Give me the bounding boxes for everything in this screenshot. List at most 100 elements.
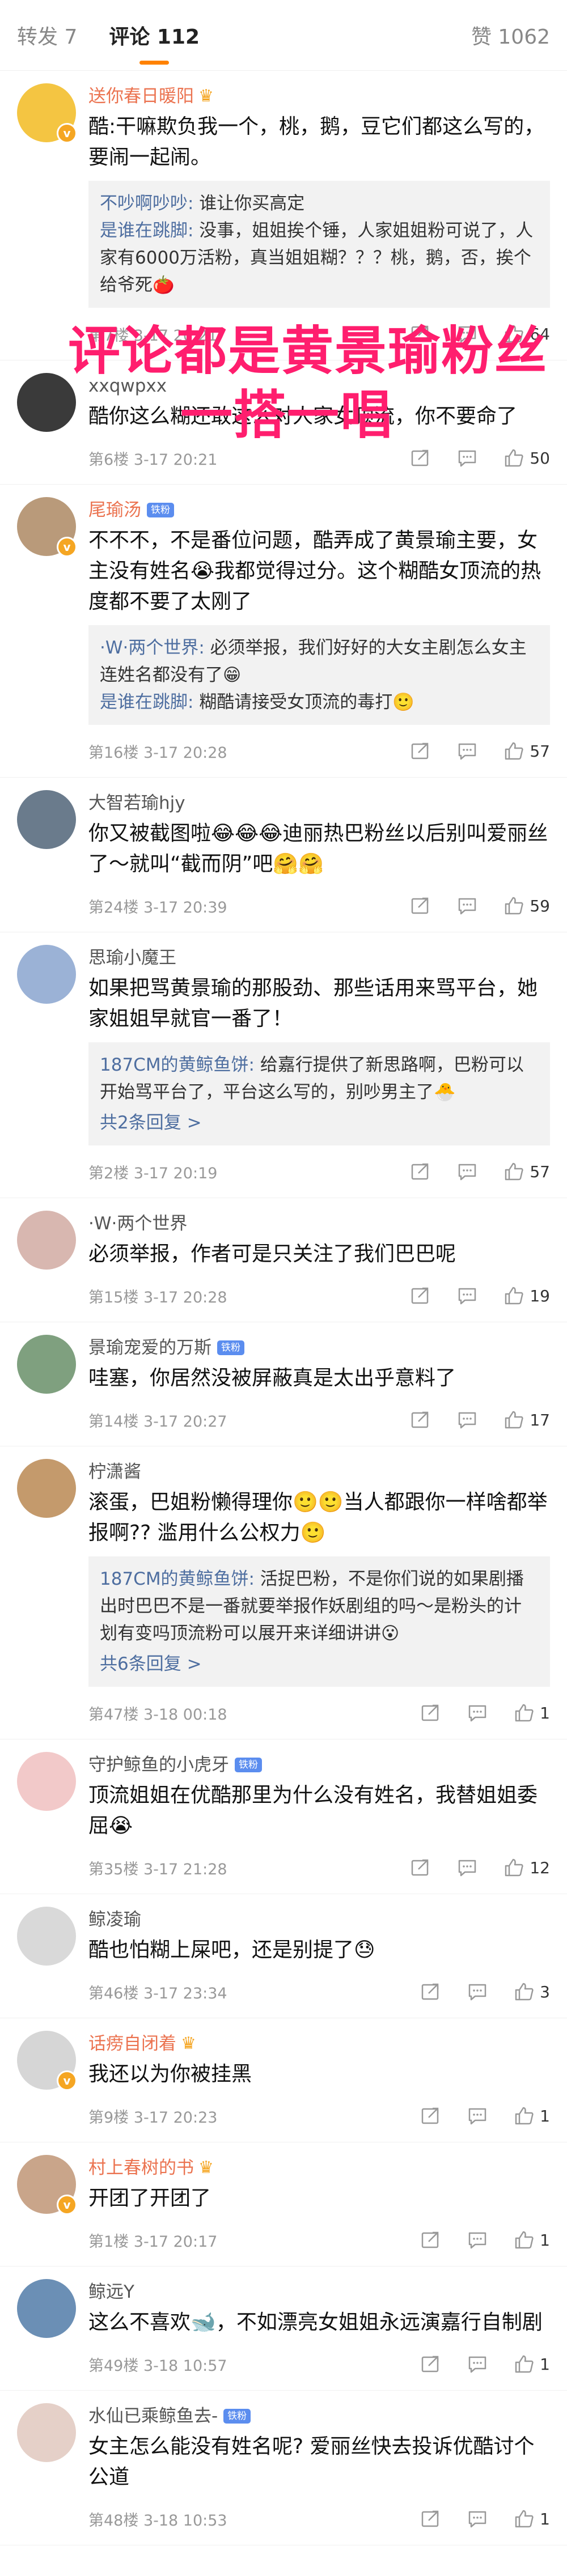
avatar[interactable]: v	[17, 83, 77, 143]
tab-comments[interactable]: 评论 112	[109, 20, 200, 50]
username[interactable]: 思瑜小魔王	[88, 945, 176, 971]
reply-button[interactable]	[457, 896, 477, 915]
level-badge: 铁粉	[147, 503, 174, 517]
comment-item[interactable]: v 尾瑜汤 铁粉 不不不，不是番位问题，酷弄成了黄景瑜主要，女主没有姓名😭我都觉得过分…	[0, 485, 567, 778]
reply-author[interactable]: 187CM的黄鲸鱼饼:	[100, 1569, 255, 1589]
avatar[interactable]	[17, 1752, 76, 1811]
avatar[interactable]	[17, 2279, 76, 2338]
like-icon	[514, 2354, 534, 2374]
reply-author[interactable]: ·W·两个世界:	[100, 638, 205, 658]
share-button[interactable]	[411, 1162, 431, 1181]
username-row: 鲸凌瑜	[88, 1907, 550, 1933]
username[interactable]: 尾瑜汤	[88, 497, 141, 523]
share-button[interactable]	[411, 741, 431, 761]
reply-author[interactable]: 是谁在跳脚:	[100, 220, 193, 241]
avatar[interactable]	[17, 945, 76, 1004]
like-button[interactable]: 59	[503, 896, 550, 915]
avatar[interactable]	[17, 1907, 76, 1966]
reply-button[interactable]	[467, 2509, 488, 2528]
reply-box[interactable]: 187CM的黄鲸鱼饼: 给嘉行提供了新思路啊，巴粉可以开始骂平台了，平台这么写的…	[88, 1042, 550, 1145]
reply-button[interactable]	[457, 448, 477, 468]
reply-button[interactable]	[457, 1858, 477, 1877]
like-button[interactable]: 50	[503, 448, 550, 468]
comment-item[interactable]: 柠潇酱 滚蛋，巴姐粉懒得理你🙂🙂当人都跟你一样啥都举报啊?? 滥用什么公权力🙂 18…	[0, 1446, 567, 1739]
comment-item[interactable]: 水仙已乘鲸鱼去- 铁粉 女主怎么能没有姓名呢? 爱丽丝快去投诉优酷讨个公道 第48楼 …	[0, 2391, 567, 2545]
username[interactable]: 水仙已乘鲸鱼去-	[88, 2403, 218, 2429]
reply-button[interactable]	[457, 1286, 477, 1305]
reply-button[interactable]	[457, 1162, 477, 1181]
username[interactable]: 守护鲸鱼的小虎牙	[88, 1752, 229, 1778]
reply-box[interactable]: 187CM的黄鲸鱼饼: 活捉巴粉，不是你们说的如果剧播出时巴巴不是一番就要举报作…	[88, 1556, 550, 1687]
comment-item[interactable]: 景瑜宠爱的万斯 铁粉 哇塞，你居然没被屏蔽真是太出乎意料了 第14楼 3-17 20:…	[0, 1322, 567, 1446]
like-button[interactable]: 1	[514, 1703, 550, 1722]
like-icon	[503, 448, 524, 468]
username[interactable]: 柠潇酱	[88, 1459, 141, 1485]
reply-author[interactable]: 不吵啊吵吵:	[100, 193, 193, 214]
like-button[interactable]: 19	[503, 1286, 550, 1305]
avatar[interactable]	[17, 373, 76, 432]
share-button[interactable]	[421, 2106, 441, 2125]
comment-item[interactable]: 大智若瑜hjy 你又被截图啦😂😂😂迪丽热巴粉丝以后别叫爱丽丝了～就叫“截而阴”吧🤗…	[0, 778, 567, 932]
avatar[interactable]: v	[17, 497, 77, 557]
comment-item[interactable]: 思瑜小魔王 如果把骂黄景瑜的那股劲、那些话用来骂平台，她家姐姐早就官一番了！ 187…	[0, 932, 567, 1198]
reply-button[interactable]	[467, 2106, 488, 2125]
like-button[interactable]: 17	[503, 1410, 550, 1429]
like-button[interactable]: 1	[514, 2230, 550, 2250]
username[interactable]: 鲸凌瑜	[88, 1907, 141, 1933]
reply-author[interactable]: 187CM的黄鲸鱼饼:	[100, 1055, 255, 1075]
avatar[interactable]	[17, 1335, 76, 1394]
comment-item[interactable]: 鲸远Y 这么不喜欢🐋，不如漂亮女姐姐永远演嘉行自制剧 第49楼 3-18 10:57…	[0, 2267, 567, 2391]
more-replies-link[interactable]: 共6条回复 >	[100, 1650, 539, 1678]
avatar[interactable]: v	[17, 2031, 77, 2091]
more-replies-link[interactable]: 共2条回复 >	[100, 1109, 539, 1136]
username[interactable]: 景瑜宠爱的万斯	[88, 1335, 211, 1361]
reply-button[interactable]	[467, 1703, 488, 1722]
like-button[interactable]: 57	[503, 1162, 550, 1181]
username[interactable]: 话痨自闭着	[88, 2031, 176, 2057]
username[interactable]: 大智若瑜hjy	[88, 790, 185, 816]
share-button[interactable]	[411, 1858, 431, 1877]
reply-box[interactable]: ·W·两个世界: 必须举报，我们好好的大女主剧怎么女主连姓名都没有了😁 是谁在跳脚…	[88, 625, 550, 725]
username[interactable]: 鲸远Y	[88, 2279, 134, 2305]
share-button[interactable]	[411, 448, 431, 468]
avatar[interactable]	[17, 1211, 76, 1270]
like-button[interactable]: 12	[503, 1858, 550, 1877]
tab-likes[interactable]: 赞 1062	[471, 20, 550, 50]
like-button[interactable]: 1	[514, 2354, 550, 2374]
comment-meta: 第24楼 3-17 20:39	[88, 898, 227, 916]
tab-repost[interactable]: 转发 7	[17, 20, 77, 50]
like-button[interactable]: 57	[503, 741, 550, 761]
share-button[interactable]	[411, 896, 431, 915]
like-button[interactable]: 3	[514, 1982, 550, 2001]
verified-icon: v	[57, 2195, 77, 2215]
reply-button[interactable]	[467, 1982, 488, 2001]
avatar[interactable]	[17, 1459, 76, 1518]
share-button[interactable]	[421, 2354, 441, 2374]
username[interactable]: 送你春日暖阳	[88, 83, 194, 109]
reply-button[interactable]	[467, 2230, 488, 2250]
comment-footer: 第48楼 3-18 10:53 1	[88, 2493, 550, 2545]
comment-item[interactable]: ·W·两个世界 必须举报，作者可是只关注了我们巴巴呢 第15楼 3-17 20:28…	[0, 1198, 567, 1322]
like-button[interactable]: 1	[514, 2509, 550, 2528]
share-button[interactable]	[421, 1982, 441, 2001]
share-button[interactable]	[421, 2230, 441, 2250]
reply-button[interactable]	[467, 2354, 488, 2374]
share-button[interactable]	[421, 2509, 441, 2528]
username[interactable]: 村上春树的书	[88, 2155, 194, 2181]
reply-author[interactable]: 是谁在跳脚:	[100, 692, 193, 712]
reply-box[interactable]: 不吵啊吵吵: 谁让你买高定 是谁在跳脚: 没事，姐姐挨个锤，人家姐姐粉可说了，人家…	[88, 181, 550, 308]
avatar[interactable]	[17, 2403, 76, 2462]
reply-button[interactable]	[457, 1410, 477, 1429]
reply-button[interactable]	[457, 741, 477, 761]
avatar[interactable]	[17, 790, 76, 849]
share-button[interactable]	[411, 1410, 431, 1429]
comment-item[interactable]: 守护鲸鱼的小虎牙 铁粉 顶流姐姐在优酷那里为什么没有姓名，我替姐姐委屈😭 第35楼 3…	[0, 1739, 567, 1894]
avatar[interactable]: v	[17, 2155, 77, 2215]
comment-item[interactable]: 鲸凌瑜 酷也怕糊上屎吧，还是别提了😓 第46楼 3-17 23:34 3	[0, 1894, 567, 2018]
share-button[interactable]	[421, 1703, 441, 1722]
share-button[interactable]	[411, 1286, 431, 1305]
comment-item[interactable]: v 话痨自闭着 ♛ 我还以为你被挂黑 第9楼 3-17 20:23 1	[0, 2018, 567, 2142]
comment-item[interactable]: v 村上春树的书 ♛ 开团了开团了 第1楼 3-17 20:17 1	[0, 2142, 567, 2267]
like-button[interactable]: 1	[514, 2106, 550, 2125]
username[interactable]: ·W·两个世界	[88, 1211, 187, 1237]
